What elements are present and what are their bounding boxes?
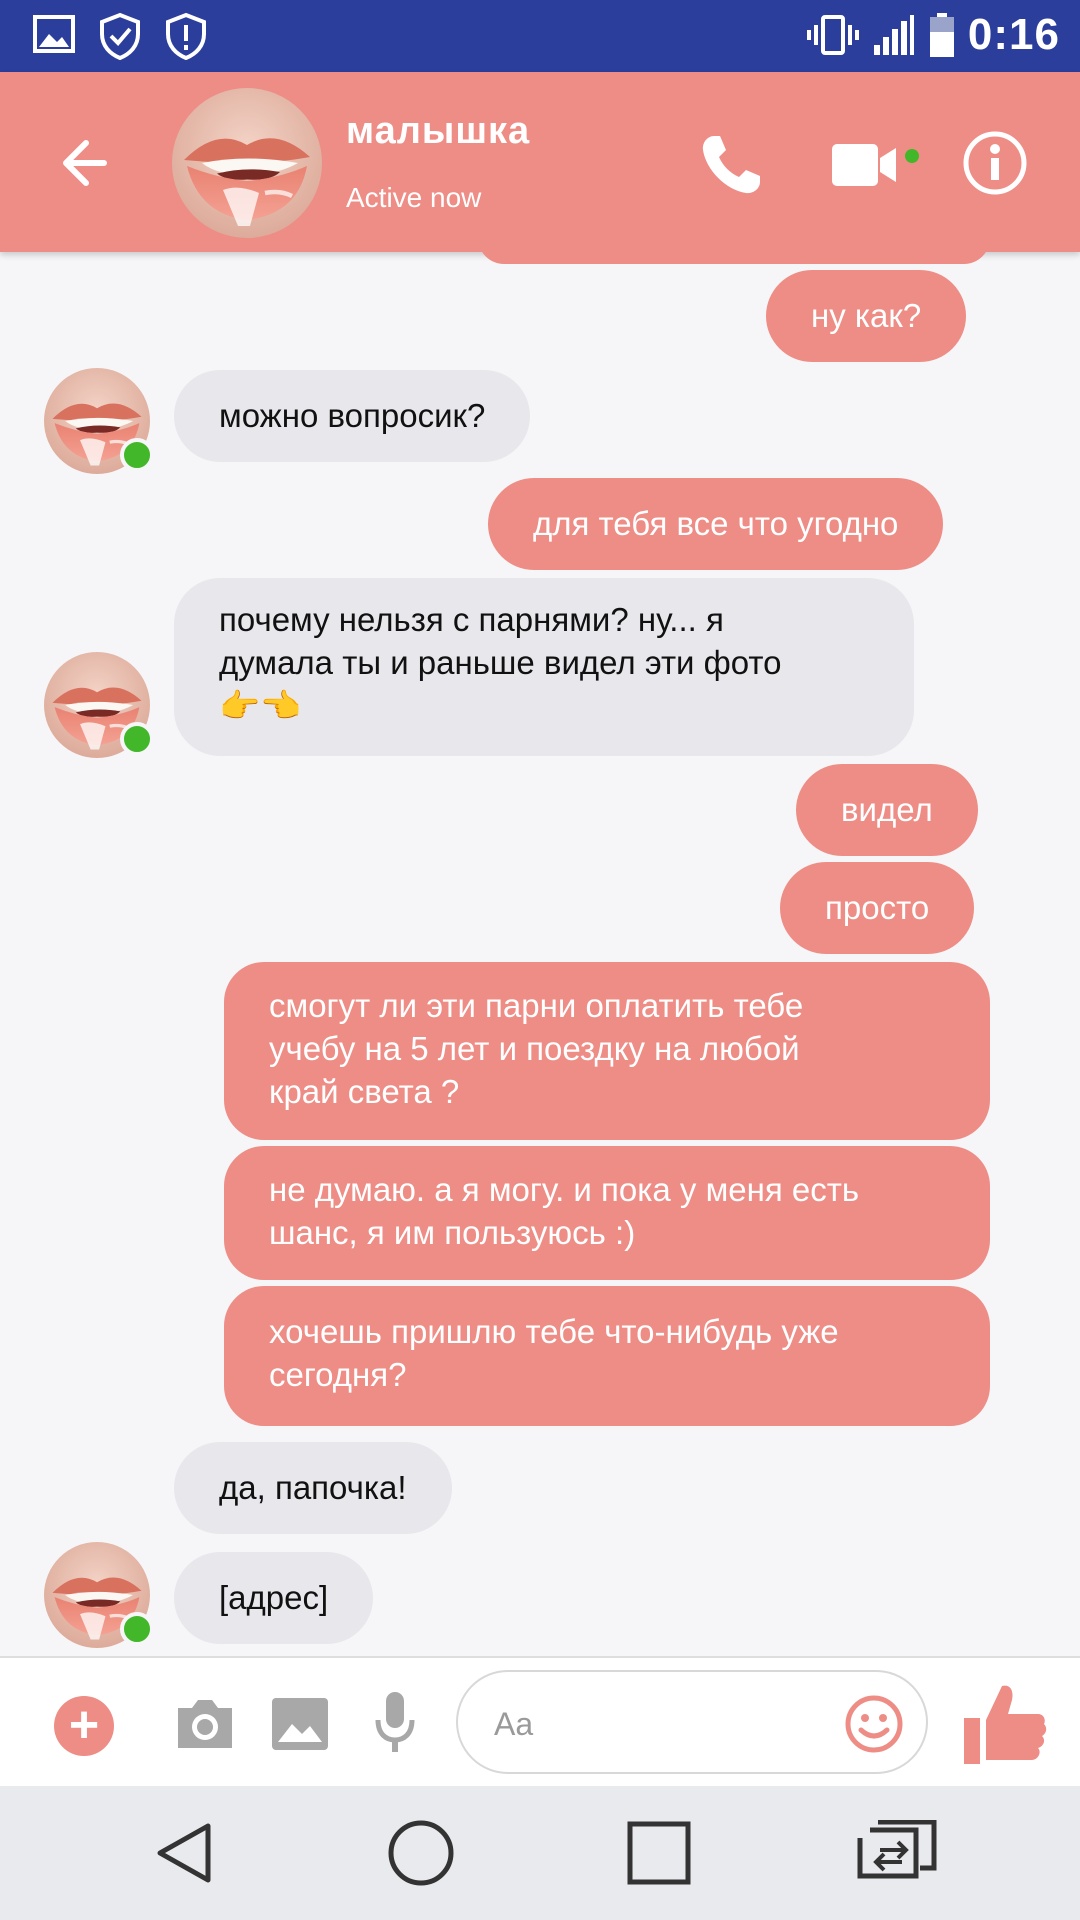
- message-bubble-incoming[interactable]: да, папочка!: [174, 1442, 452, 1534]
- camera-icon[interactable]: [172, 1694, 238, 1754]
- shield-check-icon: [100, 12, 140, 60]
- message-bubble-outgoing[interactable]: смогут ли эти парни оплатить тебе учебу …: [224, 962, 990, 1140]
- message-text: не думаю. а я могу. и пока у меня есть: [269, 1171, 860, 1208]
- nav-recents-icon[interactable]: [624, 1818, 694, 1888]
- contact-status: Active now: [346, 182, 482, 213]
- phone-icon[interactable]: [696, 130, 766, 200]
- message-text: хочешь пришлю тебе что-нибудь уже: [269, 1313, 839, 1350]
- message-text: почему нельзя с парнями? ну... я: [219, 601, 724, 638]
- message-bubble-incoming[interactable]: почему нельзя с парнями? ну... я думала …: [174, 578, 914, 756]
- message-text: шанс, я им пользуюсь :): [269, 1214, 636, 1251]
- message-text: для тебя все что угодно: [533, 505, 899, 542]
- message-text: да, папочка!: [219, 1469, 407, 1506]
- online-indicator: [120, 722, 154, 756]
- plus-icon[interactable]: +: [54, 1696, 114, 1756]
- message-input[interactable]: Aa: [456, 1670, 928, 1774]
- online-indicator: [120, 438, 154, 472]
- message-text: 👉👈: [219, 687, 302, 724]
- message-bubble-outgoing[interactable]: не думаю. а я могу. и пока у меня есть ш…: [224, 1146, 990, 1280]
- nav-home-icon[interactable]: [386, 1818, 456, 1888]
- message-list[interactable]: ну как? можно вопросик? для тебя все что…: [0, 252, 1080, 1656]
- message-text: [адрес]: [219, 1579, 329, 1616]
- system-nav-bar: [0, 1786, 1080, 1920]
- info-icon[interactable]: [960, 128, 1030, 198]
- message-bubble-incoming[interactable]: [адрес]: [174, 1552, 374, 1644]
- contact-avatar[interactable]: [172, 88, 322, 238]
- thumbs-up-icon[interactable]: [960, 1680, 1048, 1768]
- nav-switch-icon[interactable]: [856, 1820, 938, 1886]
- message-bubble-outgoing[interactable]: просто: [780, 862, 975, 954]
- image-icon[interactable]: [270, 1696, 330, 1752]
- message-bubble-outgoing[interactable]: хочешь пришлю тебе что-нибудь уже сегодн…: [224, 1286, 990, 1426]
- message-composer: + Aa: [0, 1656, 1080, 1788]
- message-text: можно вопросик?: [219, 397, 486, 434]
- shield-alert-icon: [166, 12, 206, 60]
- message-input-placeholder: Aa: [494, 1706, 534, 1742]
- message-bubble-incoming[interactable]: можно вопросик?: [174, 370, 531, 462]
- message-bubble-outgoing[interactable]: видел: [796, 764, 978, 856]
- message-text: видел: [841, 791, 933, 828]
- status-time: 0:16: [967, 10, 1060, 59]
- message-bubble-outgoing[interactable]: ну как?: [766, 270, 967, 362]
- vibrate-icon: [806, 15, 859, 55]
- microphone-icon[interactable]: [372, 1690, 418, 1756]
- message-text: сегодня?: [269, 1356, 407, 1393]
- gallery-icon: [33, 15, 75, 53]
- message-text: край света ?: [269, 1073, 460, 1110]
- message-text: ну как?: [811, 297, 922, 334]
- message-text: учебу на 5 лет и поездку на любой: [269, 1030, 800, 1067]
- message-text: просто: [825, 889, 930, 926]
- battery-icon: [929, 13, 954, 57]
- online-indicator: [120, 1612, 154, 1646]
- nav-back-icon[interactable]: [150, 1818, 220, 1888]
- video-camera-icon[interactable]: [830, 140, 930, 190]
- back-arrow-icon[interactable]: [54, 128, 124, 198]
- message-bubble-outgoing[interactable]: для тебя все что угодно: [488, 478, 944, 570]
- signal-icon: [873, 15, 914, 55]
- conversation-header: малышка Active now: [0, 72, 1080, 252]
- message-bubble-clipped[interactable]: [478, 252, 990, 264]
- message-text: думала ты и раньше видел эти фото: [219, 644, 782, 681]
- status-bar: 0:16: [0, 0, 1080, 72]
- contact-name[interactable]: малышка: [346, 110, 530, 153]
- message-text: смогут ли эти парни оплатить тебе: [269, 987, 804, 1024]
- emoji-icon[interactable]: [844, 1694, 904, 1754]
